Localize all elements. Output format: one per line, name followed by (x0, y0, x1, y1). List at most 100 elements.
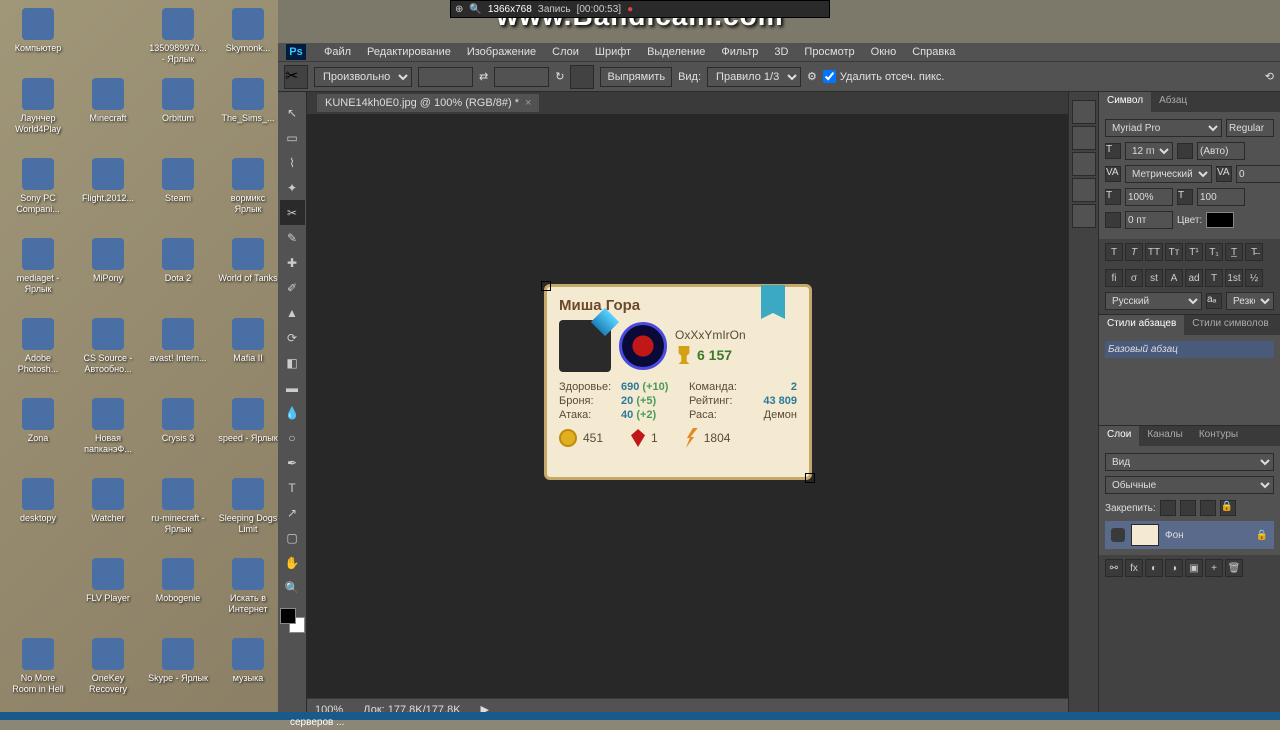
font-family-select[interactable]: Myriad Pro (1105, 119, 1222, 137)
desktop-icon[interactable]: Zona (8, 398, 68, 444)
vscale-input[interactable] (1125, 188, 1173, 206)
menu-окно[interactable]: Окно (863, 44, 905, 60)
font-size-select[interactable]: 12 пт (1125, 142, 1173, 160)
close-icon[interactable]: × (525, 97, 531, 109)
eraser-tool[interactable]: ◧ (280, 350, 305, 375)
dodge-tool[interactable]: ○ (280, 425, 305, 450)
rotate-icon[interactable]: ↻ (555, 70, 564, 83)
leading-input[interactable] (1197, 142, 1245, 160)
tab-paragraph[interactable]: Абзац (1151, 92, 1195, 112)
kerning-select[interactable]: Метрический (1125, 165, 1212, 183)
history-tool[interactable]: ⟳ (280, 325, 305, 350)
color-swatches[interactable] (278, 606, 307, 635)
crop-tool-icon[interactable]: ✂ (284, 65, 308, 89)
desktop[interactable]: Компьютер1350989970... - ЯрлыкSkymonk...… (0, 0, 278, 720)
desktop-icon[interactable]: CS Source - Автообно... (78, 318, 138, 375)
path-tool[interactable]: ↗ (280, 500, 305, 525)
crop-height-input[interactable] (494, 67, 549, 87)
desktop-icon[interactable]: музыка (218, 638, 278, 684)
smallcaps-button[interactable]: Tᴛ (1165, 243, 1183, 261)
desktop-icon[interactable]: speed - Ярлык (218, 398, 278, 444)
layer-background[interactable]: Фон 🔒 (1105, 521, 1274, 549)
canvas[interactable]: Миша Гора OxXxYmIrOn 6 157 (307, 114, 1068, 698)
basic-paragraph-style[interactable]: Базовый абзац (1105, 341, 1274, 358)
desktop-icon[interactable]: Steam (148, 158, 208, 204)
menu-3d[interactable]: 3D (766, 44, 796, 60)
brush-tool[interactable]: ✐ (280, 275, 305, 300)
tab-channels[interactable]: Каналы (1139, 426, 1191, 446)
menu-файл[interactable]: Файл (316, 44, 359, 60)
link-icon[interactable]: ⚯ (1105, 559, 1123, 577)
marquee-tool[interactable]: ▭ (280, 125, 305, 150)
zoom-tool[interactable]: 🔍 (280, 575, 305, 600)
pen-tool[interactable]: ✒ (280, 450, 305, 475)
properties-panel-icon[interactable] (1072, 126, 1096, 150)
desktop-icon[interactable]: Orbitum (148, 78, 208, 124)
crop-width-input[interactable] (418, 67, 473, 87)
group-icon[interactable]: ▣ (1185, 559, 1203, 577)
fx-icon[interactable]: fx (1125, 559, 1143, 577)
trash-icon[interactable]: 🗑 (1225, 559, 1243, 577)
hand-tool[interactable]: ✋ (280, 550, 305, 575)
desktop-icon[interactable]: avast! Intern... (148, 318, 208, 364)
gradient-tool[interactable]: ▬ (280, 375, 305, 400)
bold-button[interactable]: T (1105, 243, 1123, 261)
desktop-icon[interactable]: вормикс Ярлык (218, 158, 278, 215)
desktop-icon[interactable]: MiPony (78, 238, 138, 284)
italic-button[interactable]: T (1125, 243, 1143, 261)
menu-справка[interactable]: Справка (904, 44, 963, 60)
desktop-icon[interactable]: Skype - Ярлык (148, 638, 208, 684)
windows-taskbar[interactable]: серверов ... (0, 712, 1280, 720)
baseline-input[interactable] (1125, 211, 1173, 229)
menu-просмотр[interactable]: Просмотр (796, 44, 862, 60)
desktop-icon[interactable]: ru-minecraft - Ярлык (148, 478, 208, 535)
swatches-panel-icon[interactable] (1072, 178, 1096, 202)
fi-button[interactable]: fi (1105, 269, 1123, 287)
lock-pixels-icon[interactable] (1180, 500, 1196, 516)
tab-character[interactable]: Символ (1099, 92, 1151, 112)
antialias-select[interactable]: Резкое (1226, 292, 1274, 310)
desktop-icon[interactable]: Sony PC Compani... (8, 158, 68, 215)
fg-color[interactable] (280, 608, 296, 624)
gear-icon[interactable]: ⚙ (807, 70, 817, 83)
superscript-button[interactable]: T¹ (1185, 243, 1203, 261)
visibility-icon[interactable] (1111, 528, 1125, 542)
document-tab[interactable]: KUNE14kh0E0.jpg @ 100% (RGB/8#) * × (317, 94, 539, 112)
desktop-icon[interactable]: Dota 2 (148, 238, 208, 284)
straighten-icon[interactable] (570, 65, 594, 89)
lock-trans-icon[interactable] (1160, 500, 1176, 516)
desktop-icon[interactable]: Искать в Интернет (218, 558, 278, 615)
delete-crop-checkbox[interactable]: Удалить отсеч. пикс. (823, 70, 945, 83)
desktop-icon[interactable]: FLV Player (78, 558, 138, 604)
desktop-icon[interactable]: Flight.2012... (78, 158, 138, 204)
text-color-swatch[interactable] (1206, 212, 1234, 228)
brushes-panel-icon[interactable] (1072, 152, 1096, 176)
crop-tool[interactable]: ✂ (280, 200, 305, 225)
menu-изображение[interactable]: Изображение (459, 44, 544, 60)
desktop-icon[interactable]: World of Tanks (218, 238, 278, 284)
menu-слои[interactable]: Слои (544, 44, 587, 60)
layer-blend-select[interactable]: Обычные (1105, 476, 1274, 494)
tab-para-styles[interactable]: Стили абзацев (1099, 315, 1184, 335)
styles-panel-icon[interactable] (1072, 204, 1096, 228)
desktop-icon[interactable]: 1350989970... - Ярлык (148, 8, 208, 65)
desktop-icon[interactable]: Sleeping Dogs Limit (218, 478, 278, 535)
menu-фильтр[interactable]: Фильтр (713, 44, 766, 60)
history-panel-icon[interactable] (1072, 100, 1096, 124)
blur-tool[interactable]: 💧 (280, 400, 305, 425)
desktop-icon[interactable]: mediaget - Ярлык (8, 238, 68, 295)
menu-выделение[interactable]: Выделение (639, 44, 713, 60)
menu-шрифт[interactable]: Шрифт (587, 44, 639, 60)
tracking-input[interactable] (1236, 165, 1280, 183)
desktop-icon[interactable]: Adobe Photosh... (8, 318, 68, 375)
mask-icon[interactable]: ◐ (1145, 559, 1163, 577)
desktop-icon[interactable]: Новая папканэФ... (78, 398, 138, 455)
desktop-icon[interactable]: Watcher (78, 478, 138, 524)
lock-all-icon[interactable]: 🔒 (1220, 500, 1236, 516)
reset-icon[interactable]: ⟲ (1265, 70, 1274, 83)
desktop-icon[interactable]: Crysis 3 (148, 398, 208, 444)
language-select[interactable]: Русский (1105, 292, 1202, 310)
menu-редактирование[interactable]: Редактирование (359, 44, 459, 60)
hscale-input[interactable] (1197, 188, 1245, 206)
wand-tool[interactable]: ✦ (280, 175, 305, 200)
